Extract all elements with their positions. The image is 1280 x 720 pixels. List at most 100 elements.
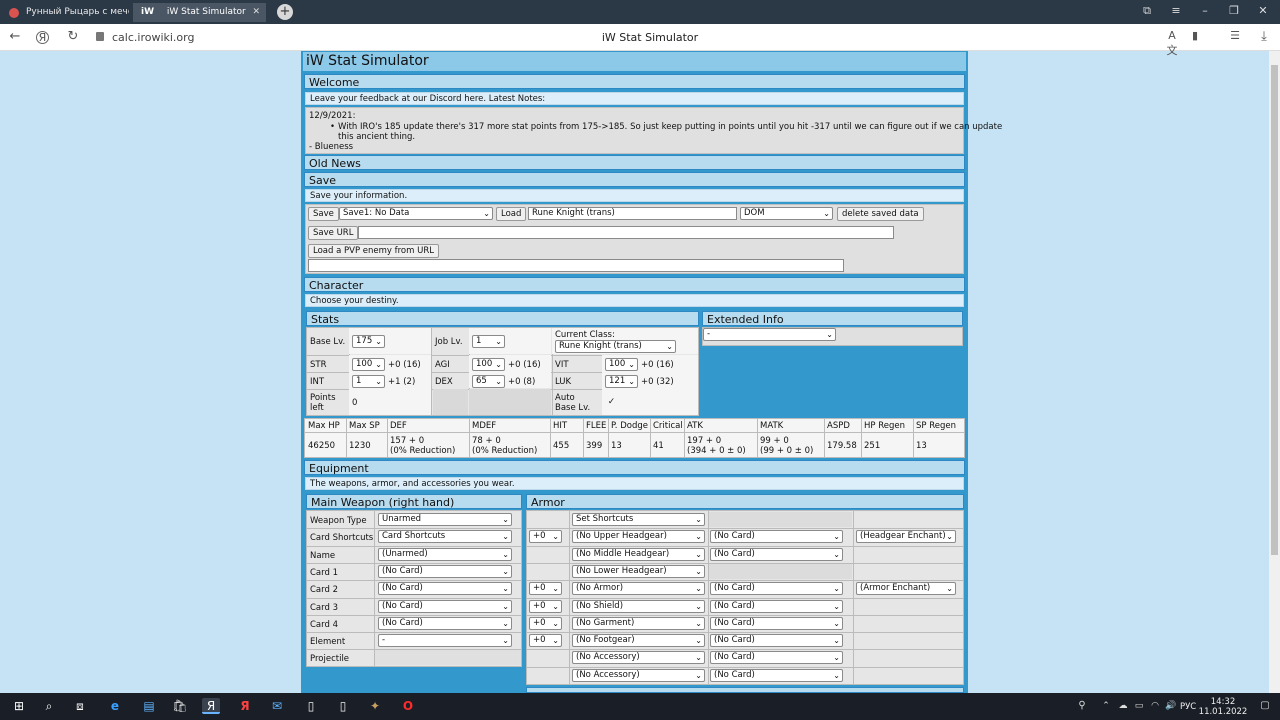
weapon-row-select[interactable]: - ⌄ [378,634,512,648]
armor-item-select[interactable]: (No Lower Headgear) ⌄ [572,564,705,578]
armor-item-select[interactable]: (No Middle Headgear) ⌄ [572,547,705,561]
int-select[interactable]: 1 ⌄ [352,375,385,388]
search-icon[interactable]: ⌕ [40,698,58,714]
weapon-row-select[interactable]: Unarmed ⌄ [378,513,512,526]
enchant-select[interactable]: (Armor Enchant) ⌄ [856,582,956,596]
weapon-row-select[interactable]: (No Card) ⌄ [378,582,512,596]
reading-list-icon[interactable]: ☰ [1226,29,1244,42]
save-url-button[interactable]: Save URL [308,226,359,240]
armor-card-select[interactable]: (No Card) ⌄ [710,616,843,630]
load-button[interactable]: Load [496,207,527,221]
auto-base-checkbox[interactable]: ✓ [606,397,617,408]
character-name-input[interactable]: Rune Knight (trans) [528,207,737,220]
dex-select[interactable]: 65 ⌄ [472,375,505,388]
armor-item-select[interactable]: (No Accessory) ⌄ [572,668,705,682]
str-select[interactable]: 100 ⌄ [352,358,385,371]
scrollbar-thumb[interactable] [1271,65,1278,555]
weapon-row-select[interactable]: (Unarmed) ⌄ [378,547,512,561]
save-header[interactable]: Save [304,172,965,187]
collections-icon[interactable]: ⧉ [1139,4,1155,18]
menu-icon[interactable]: ≡ [1168,4,1184,17]
armor-card-select[interactable]: (No Card) ⌄ [710,634,843,648]
server-select[interactable]: DOM ⌄ [740,207,833,220]
language-indicator[interactable]: РУС [1180,702,1196,712]
refine-select[interactable]: +0 ⌄ [529,582,562,596]
weapon-row-select[interactable]: (No Card) ⌄ [378,564,512,578]
windows-start-icon[interactable]: ⊞ [10,698,28,714]
task-view-icon[interactable]: ⧈ [71,698,89,714]
minimize-icon[interactable]: – [1197,4,1213,17]
people-icon[interactable]: ⚲ [1073,698,1091,714]
tray-chevron-icon[interactable]: ⌃ [1097,698,1115,714]
refine-select[interactable]: +0 ⌄ [529,599,562,613]
extended-info-select[interactable]: - ⌄ [703,328,836,341]
job-lv-select[interactable]: 1 ⌄ [472,335,505,348]
base-lv-select[interactable]: 175 ⌄ [352,335,385,348]
character-header[interactable]: Character [304,277,965,292]
armor-header[interactable]: Armor [526,494,964,509]
opera-icon[interactable]: O [399,698,417,714]
clock-time[interactable]: 14:32 [1203,697,1243,707]
armor-item-select[interactable]: (No Garment) ⌄ [572,616,705,630]
welcome-header[interactable]: Welcome [304,74,965,89]
browser-tab-2[interactable]: iW iW Stat Simulator ✕ [133,3,266,22]
stats-header[interactable]: Stats [306,311,699,326]
enchant-select[interactable]: (Headgear Enchant) ⌄ [856,530,956,544]
armor-card-select[interactable]: (No Card) ⌄ [710,530,843,544]
close-tab-icon[interactable]: ✕ [252,3,260,22]
reload-icon[interactable]: ↻ [64,29,82,44]
armor-card-select[interactable]: (No Card) ⌄ [710,599,843,613]
current-class-select[interactable]: Rune Knight (trans) ⌄ [555,340,676,353]
refine-select[interactable]: +0 ⌄ [529,530,562,544]
volume-icon[interactable]: 🔊 [1162,698,1180,714]
clock-date[interactable]: 11.01.2022 [1198,707,1248,717]
back-icon[interactable]: ← [6,29,24,44]
armor-item-select[interactable]: (No Shield) ⌄ [572,599,705,613]
pvp-url-input[interactable] [308,259,844,272]
load-pvp-button[interactable]: Load a PVP enemy from URL [308,244,439,258]
refine-select[interactable]: +0 ⌄ [529,616,562,630]
armor-item-select[interactable]: (No Accessory) ⌄ [572,651,705,665]
weapon-row-select[interactable]: (No Card) ⌄ [378,599,512,613]
equipment-header[interactable]: Equipment [304,460,965,475]
maximize-icon[interactable]: ❐ [1226,4,1242,17]
save-url-input[interactable] [358,226,894,239]
document-icon-2[interactable]: ▯ [334,698,352,714]
luk-select[interactable]: 121 ⌄ [605,375,638,388]
weapon-row-select[interactable]: Card Shortcuts ⌄ [378,530,512,544]
browser-tab-1[interactable]: Рунный Рыцарь с мечом [2,3,129,22]
page-scrollbar[interactable] [1269,51,1280,693]
document-icon[interactable]: ▯ [302,698,320,714]
edge-icon[interactable]: e [106,698,124,714]
armor-card-select[interactable]: (No Card) ⌄ [710,651,843,665]
save-slot-select[interactable]: Save1: No Data ⌄ [339,207,493,220]
armor-item-select[interactable]: (No Armor) ⌄ [572,582,705,596]
new-tab-icon[interactable]: + [277,4,293,20]
agi-select[interactable]: 100 ⌄ [472,358,505,371]
delete-saved-button[interactable]: delete saved data [837,207,924,221]
extended-info-header[interactable]: Extended Info [702,311,963,326]
yandex-icon[interactable]: Я [36,31,49,44]
url-text[interactable]: calc.irowiki.org [112,31,194,44]
save-button[interactable]: Save [308,207,339,221]
store-icon[interactable]: 🛍 [171,698,189,714]
refine-select[interactable]: +0 ⌄ [529,634,562,648]
yandex-icon[interactable]: Я [236,698,254,714]
game-icon[interactable]: ✦ [366,698,384,714]
vit-select[interactable]: 100 ⌄ [605,358,638,371]
bookmark-icon[interactable]: ▮ [1186,29,1204,42]
set-shortcuts-select[interactable]: Set Shortcuts ⌄ [572,513,705,526]
yandex-browser-icon[interactable]: Я [202,698,220,714]
file-explorer-icon[interactable]: ▤ [140,698,158,714]
translate-icon[interactable]: A文 [1163,29,1181,58]
armor-item-select[interactable]: (No Upper Headgear) ⌄ [572,530,705,544]
main-weapon-header[interactable]: Main Weapon (right hand) [306,494,522,509]
armor-card-select[interactable]: (No Card) ⌄ [710,547,843,561]
armor-item-select[interactable]: (No Footgear) ⌄ [572,634,705,648]
weapon-row-select[interactable]: (No Card) ⌄ [378,616,512,630]
mail-icon[interactable]: ✉ [268,698,286,714]
download-icon[interactable]: ⤓ [1255,29,1273,44]
armor-card-select[interactable]: (No Card) ⌄ [710,668,843,682]
close-window-icon[interactable]: ✕ [1255,4,1271,17]
armor-card-select[interactable]: (No Card) ⌄ [710,582,843,596]
